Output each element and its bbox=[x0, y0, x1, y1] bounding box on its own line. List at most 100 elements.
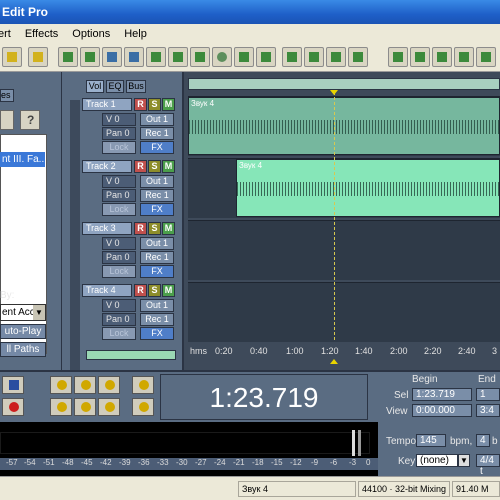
toolbar-button-4[interactable] bbox=[124, 47, 144, 67]
toolbar-button-14[interactable] bbox=[348, 47, 368, 67]
file-list[interactable] bbox=[0, 134, 47, 354]
save-button[interactable] bbox=[28, 47, 48, 67]
file-list-item-selected[interactable]: nt III. Fa... bbox=[0, 152, 45, 167]
pan-field[interactable]: Pan 0 bbox=[102, 313, 136, 326]
track-scrollbar[interactable] bbox=[70, 100, 80, 370]
solo-button[interactable]: S bbox=[148, 98, 161, 111]
zoom-left-button[interactable] bbox=[50, 398, 72, 416]
output-button[interactable]: Out 1 bbox=[140, 175, 174, 188]
cut-button[interactable] bbox=[146, 47, 166, 67]
sort-by-select[interactable]: ent Acc ▼ bbox=[0, 304, 46, 321]
pan-field[interactable]: Pan 0 bbox=[102, 251, 136, 264]
playhead-marker-bottom[interactable] bbox=[330, 359, 338, 364]
volume-field[interactable]: V 0 bbox=[102, 237, 136, 250]
track-1-lane[interactable]: Звук 4 bbox=[188, 96, 500, 156]
solo-button[interactable]: S bbox=[148, 160, 161, 173]
tab-eq[interactable]: EQ bbox=[106, 80, 124, 93]
record-input-button[interactable]: Rec 1 bbox=[140, 313, 174, 326]
help-button[interactable]: ? bbox=[20, 110, 40, 130]
explorer-tab[interactable]: es bbox=[0, 89, 14, 102]
playhead-marker-top[interactable] bbox=[330, 90, 338, 95]
lock-button[interactable]: Lock bbox=[102, 203, 136, 216]
track-name[interactable]: Track 1 bbox=[82, 98, 132, 111]
pan-field[interactable]: Pan 0 bbox=[102, 127, 136, 140]
toolbar-button-13[interactable] bbox=[326, 47, 346, 67]
key-select[interactable]: (none) bbox=[416, 454, 458, 467]
mute-button[interactable]: M bbox=[162, 98, 175, 111]
explorer-button-1[interactable] bbox=[0, 110, 14, 130]
fx-button[interactable]: FX bbox=[140, 327, 174, 340]
volume-field[interactable]: V 0 bbox=[102, 299, 136, 312]
zoom-out-horizontal-button[interactable] bbox=[74, 376, 96, 394]
toolbar-button-wet[interactable] bbox=[432, 47, 452, 67]
zoom-in-vertical-button[interactable] bbox=[132, 376, 154, 394]
record-arm-button[interactable]: R bbox=[134, 160, 147, 173]
mute-button[interactable]: M bbox=[162, 160, 175, 173]
track-name[interactable]: Track 3 bbox=[82, 222, 132, 235]
key-select-arrow[interactable]: ▼ bbox=[458, 454, 470, 467]
lock-button[interactable]: Lock bbox=[102, 141, 136, 154]
tab-bus[interactable]: Bus bbox=[126, 80, 146, 93]
toolbar-button-fx[interactable] bbox=[454, 47, 474, 67]
view-begin-field[interactable]: 0:00.000 bbox=[412, 404, 472, 417]
record-input-button[interactable]: Rec 1 bbox=[140, 127, 174, 140]
output-button[interactable]: Out 1 bbox=[140, 237, 174, 250]
lock-button[interactable]: Lock bbox=[102, 265, 136, 278]
track-4-lane[interactable] bbox=[188, 282, 500, 342]
tempo-field[interactable]: 145 bbox=[416, 434, 446, 447]
view-end-field[interactable]: 3:4 bbox=[476, 404, 500, 417]
audio-clip[interactable]: Звук 4 bbox=[188, 97, 500, 155]
zoom-in-horizontal-button[interactable] bbox=[50, 376, 72, 394]
zoom-right-button[interactable] bbox=[74, 398, 96, 416]
volume-field[interactable]: V 0 bbox=[102, 113, 136, 126]
pan-field[interactable]: Pan 0 bbox=[102, 189, 136, 202]
record-input-button[interactable]: Rec 1 bbox=[140, 251, 174, 264]
output-button[interactable]: Out 1 bbox=[140, 113, 174, 126]
session-overview-bar[interactable] bbox=[188, 78, 500, 90]
toolbar-button-10[interactable] bbox=[256, 47, 276, 67]
toolbar-button-8[interactable] bbox=[212, 47, 232, 67]
fx-button[interactable]: FX bbox=[140, 203, 174, 216]
toolbar-button-15[interactable] bbox=[388, 47, 408, 67]
mute-button[interactable]: M bbox=[162, 284, 175, 297]
fx-button[interactable]: FX bbox=[140, 265, 174, 278]
track-3-lane[interactable] bbox=[188, 220, 500, 280]
solo-button[interactable]: S bbox=[148, 222, 161, 235]
record-input-button[interactable]: Rec 1 bbox=[140, 189, 174, 202]
fx-button[interactable]: FX bbox=[140, 141, 174, 154]
toolbar-button-19[interactable] bbox=[476, 47, 496, 67]
time-signature-field[interactable]: 4/4 t bbox=[476, 454, 500, 477]
playhead-line[interactable] bbox=[334, 92, 335, 340]
menu-effects[interactable]: Effects bbox=[25, 28, 58, 40]
record-arm-button[interactable]: R bbox=[134, 222, 147, 235]
volume-field[interactable]: V 0 bbox=[102, 175, 136, 188]
open-file-button[interactable] bbox=[2, 47, 22, 67]
menu-insert[interactable]: ert bbox=[0, 28, 11, 40]
track-2-lane[interactable]: Звук 4 bbox=[188, 158, 500, 218]
full-paths-button[interactable]: ll Paths bbox=[0, 342, 46, 357]
time-ruler[interactable]: hms 0:20 0:40 1:00 1:20 1:40 2:00 2:20 2… bbox=[188, 344, 500, 358]
zoom-full-button[interactable] bbox=[98, 376, 120, 394]
toolbar-button-9[interactable] bbox=[234, 47, 254, 67]
record-arm-button[interactable]: R bbox=[134, 98, 147, 111]
undo-button[interactable] bbox=[58, 47, 78, 67]
selection-end-field[interactable]: 1 bbox=[476, 388, 500, 401]
menu-options[interactable]: Options bbox=[72, 28, 110, 40]
toolbar-button-16[interactable] bbox=[410, 47, 430, 67]
auto-play-button[interactable]: uto-Play bbox=[0, 324, 46, 339]
record-button[interactable] bbox=[2, 398, 24, 416]
toolbar-button-12[interactable] bbox=[304, 47, 324, 67]
toolbar-button-11[interactable] bbox=[282, 47, 302, 67]
toolbar-button-2[interactable] bbox=[80, 47, 100, 67]
tab-vol[interactable]: Vol bbox=[86, 80, 104, 93]
selection-begin-field[interactable]: 1:23.719 bbox=[412, 388, 472, 401]
audio-clip[interactable]: Звук 4 bbox=[236, 159, 500, 217]
toolbar-button-6[interactable] bbox=[168, 47, 188, 67]
track-name[interactable]: Track 2 bbox=[82, 160, 132, 173]
mute-button[interactable]: M bbox=[162, 222, 175, 235]
zoom-out-vertical-button[interactable] bbox=[132, 398, 154, 416]
loop-button[interactable] bbox=[2, 376, 24, 394]
solo-button[interactable]: S bbox=[148, 284, 161, 297]
toolbar-button-3[interactable] bbox=[102, 47, 122, 67]
record-arm-button[interactable]: R bbox=[134, 284, 147, 297]
